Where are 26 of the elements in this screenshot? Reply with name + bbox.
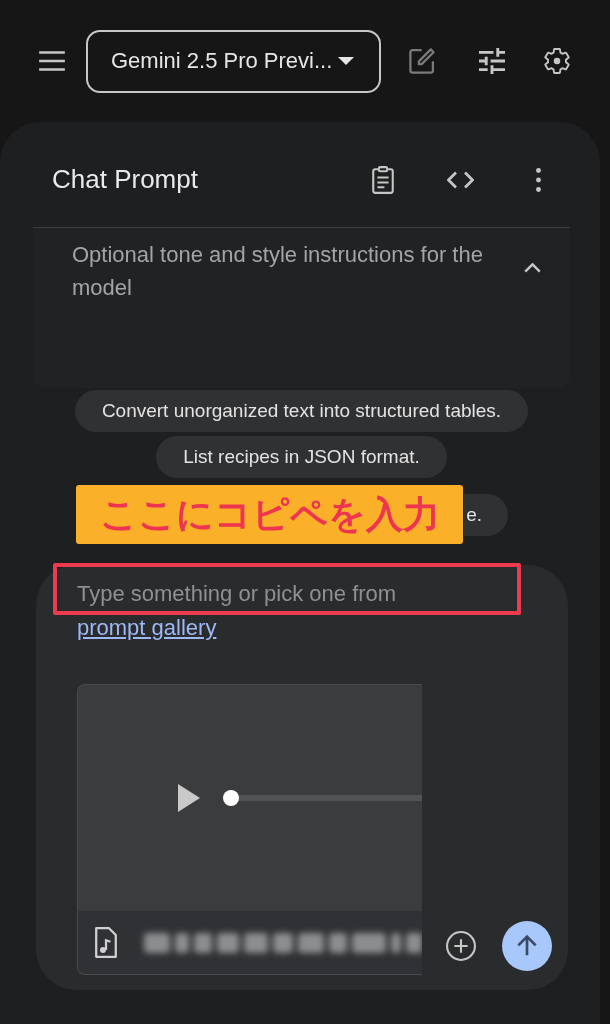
- suggestion-chip[interactable]: e.: [464, 494, 508, 536]
- code-icon[interactable]: [447, 170, 474, 189]
- caret-icon: [338, 57, 354, 65]
- play-icon[interactable]: [178, 784, 200, 812]
- prompt-placeholder: Type something or pick one from: [77, 580, 397, 608]
- more-icon[interactable]: [536, 167, 541, 192]
- model-selector[interactable]: Gemini 2.5 Pro Previ...: [86, 29, 381, 93]
- system-instructions-panel[interactable]: Optional tone and style instructions for the model: [33, 227, 570, 388]
- send-button[interactable]: [502, 921, 552, 971]
- audio-progress-thumb[interactable]: [223, 790, 239, 806]
- chevron-up-icon[interactable]: [523, 263, 541, 273]
- prompt-input-field[interactable]: Type something or pick one from prompt gallery: [77, 577, 517, 645]
- system-instructions-field[interactable]: Optional tone and style instructions for the model: [72, 238, 520, 368]
- annotation-callout: ここにコピペを入力: [76, 485, 463, 544]
- arrow-up-icon: [517, 935, 537, 957]
- settings-icon[interactable]: [544, 48, 570, 74]
- music-file-icon: [95, 927, 117, 958]
- menu-icon[interactable]: [39, 51, 65, 71]
- audio-progress-track[interactable]: [223, 790, 422, 806]
- add-icon[interactable]: [446, 931, 476, 961]
- sliders-icon[interactable]: [479, 48, 505, 74]
- prompt-gallery-link[interactable]: prompt gallery: [77, 611, 217, 645]
- panel-title: Chat Prompt: [52, 164, 199, 195]
- clipboard-icon[interactable]: [372, 165, 394, 194]
- suggestion-chip[interactable]: Convert unorganized text into structured tables.: [74, 390, 529, 432]
- suggestion-chip[interactable]: List recipes in JSON format.: [156, 436, 447, 478]
